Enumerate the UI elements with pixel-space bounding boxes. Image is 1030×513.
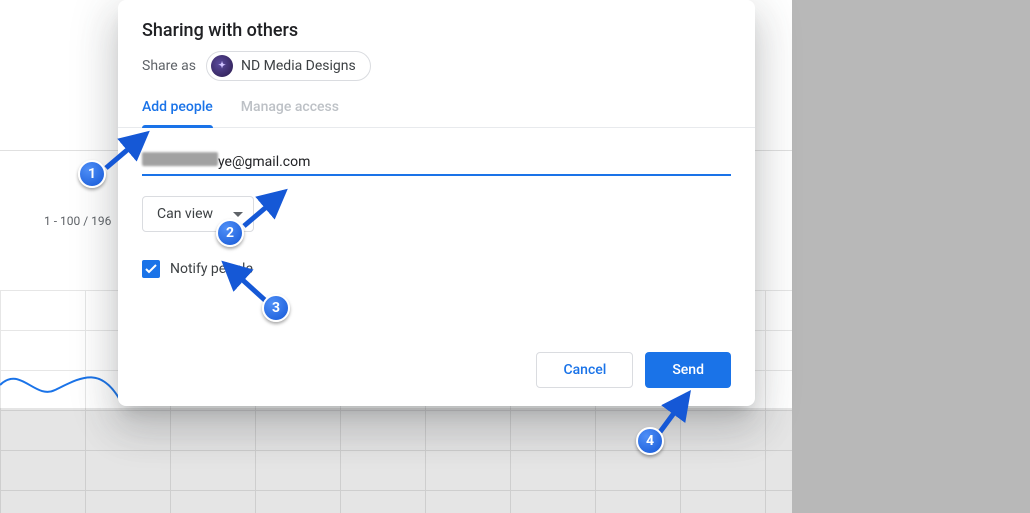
annotation-bubble: 2 bbox=[216, 219, 244, 247]
share-as-row: Share as ✦ ND Media Designs bbox=[118, 51, 755, 99]
dialog-title: Sharing with others bbox=[118, 20, 755, 51]
notify-label: Notify people bbox=[170, 261, 253, 277]
dialog-body: ye@gmail.com Can view Notify people bbox=[118, 128, 755, 338]
tab-add-people[interactable]: Add people bbox=[142, 99, 213, 127]
permission-selected: Can view bbox=[157, 206, 213, 222]
tab-manage-access[interactable]: Manage access bbox=[241, 99, 339, 127]
annotation-bubble: 4 bbox=[636, 427, 664, 455]
check-icon bbox=[145, 264, 157, 274]
share-as-name: ND Media Designs bbox=[241, 58, 356, 74]
annotation-bubble: 1 bbox=[78, 160, 106, 188]
share-as-label: Share as bbox=[142, 58, 196, 74]
avatar: ✦ bbox=[211, 55, 233, 77]
pager-text: 1 - 100 / 196 bbox=[44, 214, 111, 228]
send-button[interactable]: Send bbox=[645, 352, 731, 388]
overlay-shade bbox=[792, 0, 1030, 513]
tab-bar: Add people Manage access bbox=[118, 99, 755, 128]
chevron-down-icon bbox=[233, 212, 243, 217]
cancel-button[interactable]: Cancel bbox=[536, 352, 633, 388]
share-as-chip[interactable]: ✦ ND Media Designs bbox=[206, 51, 371, 81]
notify-row: Notify people bbox=[142, 260, 731, 278]
share-dialog: Sharing with others Share as ✦ ND Media … bbox=[118, 0, 755, 406]
email-value: ye@gmail.com bbox=[218, 154, 310, 170]
redacted-text bbox=[142, 152, 218, 166]
annotation-bubble: 3 bbox=[262, 294, 290, 322]
dialog-actions: Cancel Send bbox=[118, 338, 755, 406]
notify-checkbox[interactable] bbox=[142, 260, 160, 278]
people-input[interactable]: ye@gmail.com bbox=[142, 152, 731, 176]
